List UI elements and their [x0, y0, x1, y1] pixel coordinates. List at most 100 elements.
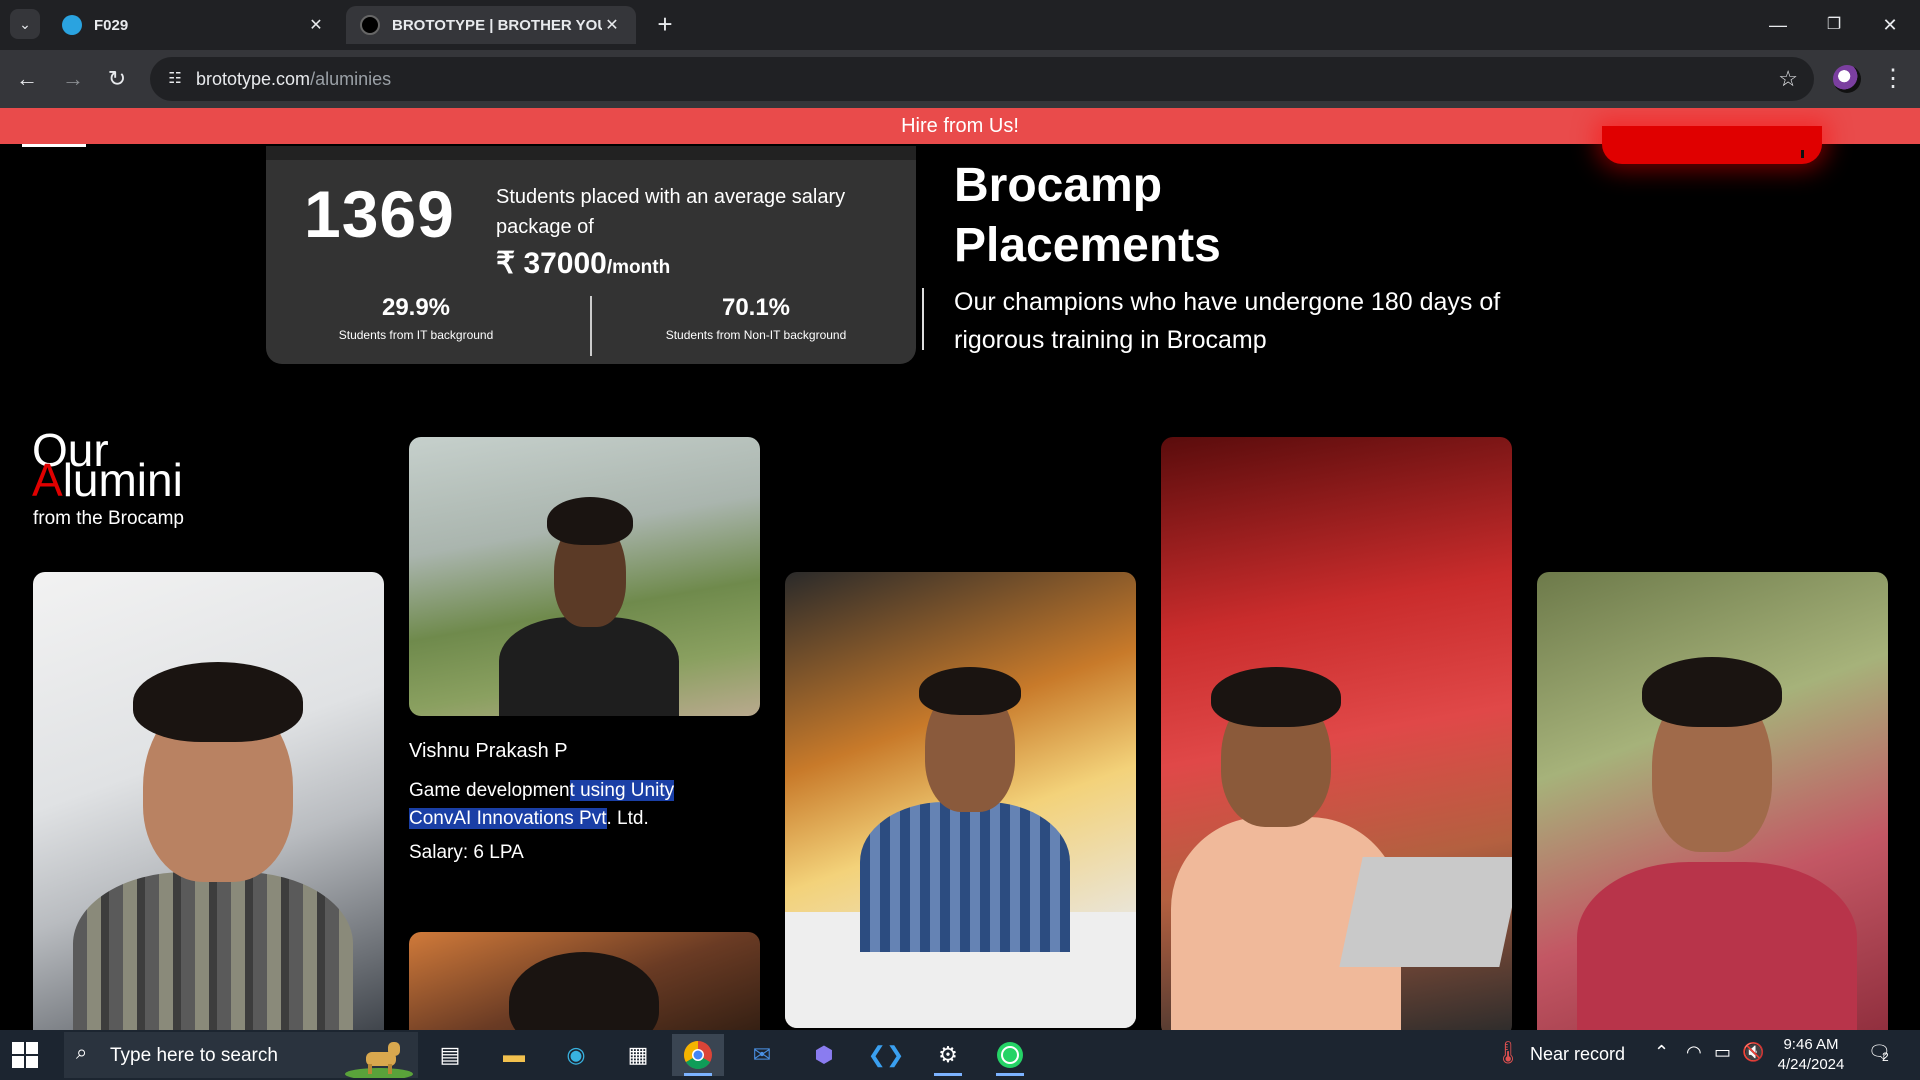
close-icon[interactable]: ✕ [602, 15, 622, 35]
search-placeholder: Type here to search [110, 1045, 278, 1066]
settings-gear-icon[interactable]: ⚙ [922, 1034, 974, 1076]
heading-subtitle: from the Brocamp [33, 508, 184, 529]
role-text-selected: t using Unity [569, 780, 675, 801]
notification-center-icon[interactable]: 🗨 2 [1868, 1042, 1894, 1068]
tab-brototype[interactable]: BROTOTYPE | BROTHER YOU N ✕ [346, 6, 636, 44]
tab-f029[interactable]: F029 ✕ [48, 6, 340, 44]
start-tile [12, 1042, 24, 1054]
wifi-icon[interactable]: ◠ [1686, 1042, 1702, 1063]
cta-mark [1801, 150, 1804, 158]
heading-rest: lumini [62, 454, 183, 506]
battery-icon[interactable]: ▭ [1714, 1042, 1731, 1063]
placed-description: Students placed with an average salary p… [496, 186, 846, 238]
thermometer-icon[interactable]: 🌡 [1494, 1040, 1522, 1066]
nav-underline [22, 144, 86, 147]
hair [509, 952, 659, 1030]
stat-divider [590, 296, 592, 356]
tab-title: BROTOTYPE | BROTHER YOU N [392, 16, 602, 34]
forward-arrow-icon[interactable]: → [56, 62, 90, 96]
address-bar[interactable]: ☷ brototype.com/aluminies ☆ [150, 57, 1814, 101]
new-tab-plus-icon[interactable]: + [650, 10, 680, 40]
shirt [1577, 862, 1857, 1030]
company-text: . Ltd. [606, 808, 649, 829]
windows-start-icon[interactable] [12, 1042, 38, 1068]
whatsapp-icon[interactable] [984, 1034, 1036, 1076]
profile-avatar[interactable] [1833, 65, 1861, 93]
notification-count: 2 [1882, 1050, 1889, 1064]
alumni-photo-featured[interactable] [409, 437, 760, 716]
alumni-photo[interactable] [1537, 572, 1888, 1030]
window-close-icon[interactable]: ✕ [1870, 8, 1910, 42]
placements-title-line2: Placements [954, 219, 1221, 272]
whatsapp-logo [997, 1042, 1023, 1068]
hair [919, 667, 1021, 715]
tab-title: F029 [94, 16, 129, 34]
copilot-icon[interactable]: ⬢ [798, 1034, 850, 1076]
site-settings-icon[interactable]: ☷ [164, 68, 186, 90]
placed-count: 1369 [304, 177, 455, 251]
heading-red-letter: A [32, 454, 63, 506]
start-tile [12, 1056, 24, 1068]
url-text[interactable]: brototype.com/aluminies [196, 69, 391, 90]
restore-icon[interactable]: ❐ [1814, 8, 1854, 42]
chrome-logo [684, 1041, 712, 1069]
tab-search-chevron-icon[interactable]: ⌄ [10, 9, 40, 39]
search-highlight-dog-icon [345, 1042, 413, 1078]
hair [547, 497, 633, 545]
salary-unit: /month [606, 257, 671, 278]
minimize-icon[interactable]: — [1758, 8, 1798, 42]
laptop [1339, 857, 1512, 967]
bookmark-star-icon[interactable]: ☆ [1778, 66, 1798, 92]
clock-time: 9:46 AM [1783, 1036, 1839, 1053]
system-clock[interactable]: 9:46 AM 4/24/2024 [1774, 1035, 1848, 1075]
hair [1642, 657, 1782, 727]
salary-amount: 37000 [523, 247, 607, 280]
placements-description: Our champions who have undergone 180 day… [954, 288, 1501, 354]
alumni-salary: Salary: 6 LPA [409, 842, 524, 863]
reload-icon[interactable]: ↻ [100, 62, 134, 96]
taskbar-search-box[interactable]: ⌕ Type here to search [64, 1032, 418, 1078]
nonit-background-stat: 70.1% Students from Non-IT background [606, 294, 906, 342]
close-icon[interactable]: ✕ [306, 15, 326, 35]
mail-icon[interactable]: ✉ [736, 1034, 788, 1076]
windows-taskbar: ⌕ Type here to search ▤ ▬ ◉ ▦ ✉ ⬢ ❮❯ ⚙ 🌡… [0, 1030, 1920, 1080]
it-label: Students from IT background [338, 328, 494, 342]
alumni-photo[interactable] [1161, 437, 1512, 1030]
red-cta-button[interactable] [1602, 126, 1822, 164]
alumni-photo[interactable] [33, 572, 384, 1030]
hair [133, 662, 303, 742]
file-explorer-icon[interactable]: ▬ [488, 1034, 540, 1076]
browser-tab-bar: ⌄ F029 ✕ BROTOTYPE | BROTHER YOU N ✕ + —… [0, 0, 1920, 50]
vscode-icon[interactable]: ❮❯ [860, 1034, 912, 1076]
chrome-icon[interactable] [672, 1034, 724, 1076]
chevron-up-icon[interactable]: ⌃ [1654, 1042, 1669, 1063]
nonit-percent: 70.1% [721, 294, 791, 321]
start-tile [26, 1042, 38, 1054]
start-tile [26, 1056, 38, 1068]
average-salary: ₹ 37000/month [496, 246, 670, 281]
volume-muted-icon[interactable]: 🔇 [1742, 1042, 1764, 1063]
card-top-strip [266, 146, 916, 160]
it-percent: 29.9% [381, 294, 451, 321]
shirt [73, 872, 353, 1030]
edge-icon[interactable]: ◉ [550, 1034, 602, 1076]
weather-text[interactable]: Near record [1530, 1044, 1625, 1065]
nonit-label: Students from Non-IT background [665, 328, 847, 342]
placements-heading: Brocamp Placements [954, 156, 1221, 276]
alumni-photo[interactable] [409, 932, 760, 1030]
placement-stats-card: 1369 Students placed with an average sal… [266, 146, 916, 364]
role-text: Game developmen [409, 780, 570, 801]
kebab-menu-icon[interactable]: ⋮ [1880, 62, 1906, 96]
company-text-selected: ConvAI Innovations Pvt [409, 808, 607, 829]
url-path: /aluminies [310, 69, 392, 89]
url-domain: brototype.com [196, 69, 311, 89]
alumni-photo[interactable] [785, 572, 1136, 1028]
shirt [499, 617, 679, 716]
store-icon[interactable]: ▦ [612, 1034, 664, 1076]
section-divider [922, 288, 924, 350]
browser-toolbar: ← → ↻ ☷ brototype.com/aluminies ☆ ⋮ [0, 50, 1920, 108]
it-background-stat: 29.9% Students from IT background [266, 294, 566, 342]
back-arrow-icon[interactable]: ← [10, 62, 44, 96]
task-view-icon[interactable]: ▤ [424, 1034, 476, 1076]
hair [1211, 667, 1341, 727]
